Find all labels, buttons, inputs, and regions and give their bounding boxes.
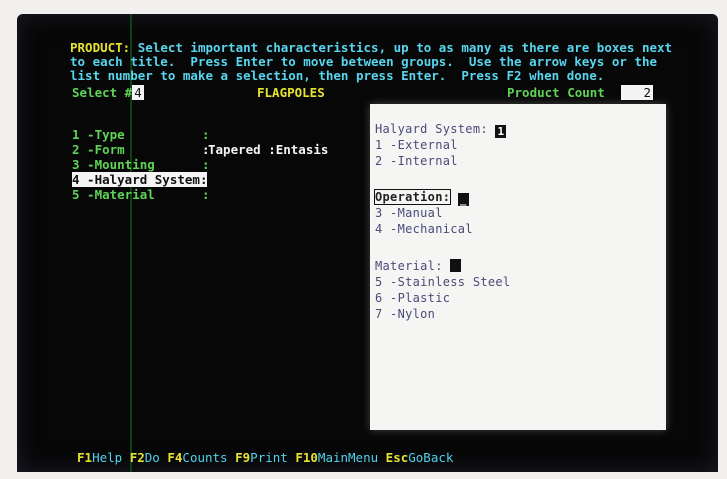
fkey-f4[interactable]: F4Counts: [167, 450, 227, 465]
characteristic-1-colon: :: [202, 127, 210, 142]
characteristic-4-selected[interactable]: 4 -Halyard System:: [72, 172, 208, 187]
product-count-label: Product Count: [507, 85, 605, 100]
characteristic-5-colon: :: [202, 187, 210, 202]
option-manual[interactable]: 3 -Manual: [375, 206, 443, 220]
option-nylon[interactable]: 7 -Nylon: [375, 307, 435, 321]
characteristic-2-value: Tapered :Entasis: [208, 142, 329, 157]
fkey-f10[interactable]: F10MainMenu: [295, 450, 378, 465]
group-material: Material:: [375, 259, 462, 273]
halyard-box[interactable]: 1: [495, 125, 507, 138]
option-internal[interactable]: 2 -Internal: [375, 154, 458, 168]
product-count-value: 2: [621, 85, 653, 100]
characteristic-3[interactable]: 3 -Mounting: [72, 157, 155, 172]
material-box[interactable]: [450, 259, 462, 272]
option-stainless-steel[interactable]: 5 -Stainless Steel: [375, 275, 510, 289]
fkey-f9[interactable]: F9Print: [235, 450, 288, 465]
instructions-line-2: to each title. Press Enter to move betwe…: [70, 54, 657, 69]
option-plastic[interactable]: 6 -Plastic: [375, 291, 450, 305]
page-title: FLAGPOLES: [257, 85, 325, 100]
group-operation-title: Operation:: [373, 189, 452, 205]
function-key-bar: F1Help F2Do F4Counts F9Print F10MainMenu…: [77, 450, 453, 465]
group-halyard-title: Halyard System:: [375, 122, 488, 136]
group-operation: Operation: _: [373, 189, 469, 206]
options-panel: Halyard System: 1 1 -External 2 -Interna…: [370, 104, 666, 430]
fkey-f1[interactable]: F1Help: [77, 450, 122, 465]
fkey-esc[interactable]: EscGoBack: [386, 450, 454, 465]
instructions-line-1: PRODUCT: Select important characteristic…: [70, 40, 672, 55]
characteristic-4: 4 -Halyard System: [72, 172, 200, 187]
select-label: Select #: [72, 85, 133, 100]
characteristic-4-colon: :: [199, 172, 208, 187]
fkey-f2[interactable]: F2Do: [130, 450, 160, 465]
operation-box[interactable]: _: [457, 193, 469, 206]
option-external[interactable]: 1 -External: [375, 138, 458, 152]
instructions-text-1: Select important characteristics, up to …: [130, 40, 673, 55]
product-prefix: PRODUCT:: [70, 40, 131, 55]
characteristic-2[interactable]: 2 -Form: [72, 142, 125, 157]
group-halyard: Halyard System: 1: [375, 122, 507, 138]
instructions-line-3: list number to make a selection, then pr…: [70, 68, 605, 83]
terminal-screen: PRODUCT: Select important characteristic…: [17, 14, 718, 472]
characteristic-3-colon: :: [202, 157, 210, 172]
option-mechanical[interactable]: 4 -Mechanical: [375, 222, 473, 236]
select-field[interactable]: Select #4: [72, 85, 144, 100]
characteristic-1[interactable]: 1 -Type: [72, 127, 125, 142]
select-input[interactable]: 4: [132, 85, 144, 100]
group-material-title: Material:: [375, 259, 443, 273]
characteristic-5[interactable]: 5 -Material: [72, 187, 155, 202]
